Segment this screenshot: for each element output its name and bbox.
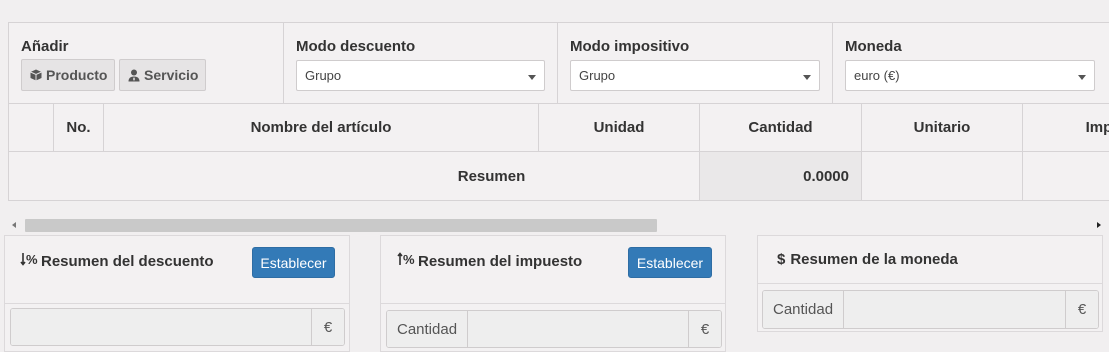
col-item-name: Nombre del artículo	[104, 103, 539, 151]
tax-summary-panel: % Resumen del impuesto Establecer Cantid…	[380, 235, 726, 352]
summary-label: Resumen	[457, 168, 526, 185]
scroll-right-arrow[interactable]	[1097, 222, 1101, 228]
tax-summary-title: Resumen del impuesto	[418, 252, 583, 270]
discount-mode-title: Modo descuento	[296, 38, 416, 55]
summary-amount-cell	[1023, 152, 1109, 200]
summary-unit-price-cell	[862, 152, 1023, 200]
horizontal-scrollbar-thumb[interactable]	[25, 219, 657, 232]
col-no-label: No.	[66, 118, 91, 136]
col-unit-label: Unidad	[593, 118, 645, 136]
tax-set-button[interactable]: Establecer	[628, 247, 712, 278]
currency-amount-input[interactable]	[844, 291, 1065, 328]
col-no: No.	[54, 103, 104, 151]
tax-currency-addon: €	[688, 311, 721, 347]
col-quantity: Cantidad	[700, 103, 862, 151]
sort-amount-down-percent-icon: %	[20, 252, 38, 270]
discount-amount-input[interactable]	[11, 309, 311, 345]
tax-mode-value: Grupo	[579, 68, 616, 83]
currency-summary-panel: $ Resumen de la moneda Cantidad €	[757, 235, 1103, 332]
tax-amount-input[interactable]	[468, 311, 688, 347]
dollar-icon: $	[777, 251, 786, 268]
currency-amount-group: Cantidad €	[762, 290, 1099, 329]
tax-amount-group: Cantidad €	[386, 310, 722, 348]
svg-text:%: %	[403, 252, 415, 266]
col-unit-price: Unitario	[862, 103, 1023, 151]
discount-summary-heading: % Resumen del descuento	[20, 252, 214, 270]
discount-mode-select[interactable]: Grupo	[296, 60, 545, 91]
currency-section: Moneda euro (€)	[833, 23, 1109, 103]
col-amount-label: Impo	[1085, 118, 1109, 136]
col-amount: Impo	[1023, 103, 1109, 151]
discount-summary-title: Resumen del descuento	[41, 252, 214, 270]
chevron-down-icon	[803, 75, 811, 80]
add-product-label: Producto	[46, 67, 108, 83]
discount-currency-symbol: €	[323, 318, 333, 336]
cube-icon	[30, 69, 42, 81]
add-title: Añadir	[21, 38, 69, 55]
discount-summary-panel: % Resumen del descuento Establecer €	[4, 235, 350, 352]
divider	[5, 303, 349, 304]
discount-set-button[interactable]: Establecer	[252, 247, 335, 278]
add-section: Añadir Producto Servicio	[9, 23, 284, 103]
col-handle	[9, 103, 54, 151]
tax-currency-symbol: €	[700, 320, 710, 338]
chevron-down-icon	[1078, 75, 1086, 80]
currency-summary-title: Resumen de la moneda	[790, 251, 958, 268]
add-product-button[interactable]: Producto	[21, 59, 115, 91]
tax-amount-addon-label: Cantidad	[397, 320, 458, 338]
discount-currency-addon: €	[311, 309, 344, 345]
discount-mode-value: Grupo	[305, 68, 342, 83]
add-service-button[interactable]: Servicio	[119, 59, 206, 91]
currency-select[interactable]: euro (€)	[845, 60, 1095, 91]
svg-text:%: %	[26, 252, 38, 266]
tax-mode-select[interactable]: Grupo	[570, 60, 820, 91]
discount-amount-group: €	[10, 308, 345, 346]
divider	[381, 303, 725, 304]
tax-amount-addon: Cantidad	[387, 311, 469, 347]
currency-amount-addon: Cantidad	[763, 291, 845, 328]
currency-value: euro (€)	[854, 68, 900, 83]
summary-quantity: 0.0000	[803, 168, 849, 185]
user-tie-icon	[128, 69, 140, 82]
items-grid: Añadir Producto Servicio Modo descuento …	[8, 22, 1109, 201]
currency-title: Moneda	[845, 38, 902, 55]
currency-currency-addon: €	[1065, 291, 1098, 328]
col-item-name-label: Nombre del artículo	[250, 118, 392, 136]
col-quantity-label: Cantidad	[748, 118, 813, 136]
currency-amount-addon-label: Cantidad	[773, 301, 834, 318]
currency-currency-symbol: €	[1077, 301, 1087, 318]
add-service-label: Servicio	[144, 67, 199, 83]
chevron-down-icon	[528, 75, 536, 80]
col-unit-price-label: Unitario	[913, 118, 971, 136]
sort-amount-up-percent-icon: %	[397, 252, 415, 270]
summary-quantity-cell: 0.0000	[700, 152, 862, 200]
scroll-left-arrow[interactable]	[12, 222, 16, 228]
discount-mode-section: Modo descuento Grupo	[284, 23, 558, 103]
discount-set-label: Establecer	[260, 254, 327, 271]
divider	[758, 283, 1102, 284]
summary-label-cell: Resumen	[9, 152, 700, 200]
col-unit: Unidad	[539, 103, 700, 151]
tax-summary-heading: % Resumen del impuesto	[397, 252, 582, 270]
tax-mode-section: Modo impositivo Grupo	[558, 23, 833, 103]
tax-set-label: Establecer	[636, 254, 704, 271]
currency-summary-heading: $ Resumen de la moneda	[777, 251, 958, 268]
tax-mode-title: Modo impositivo	[570, 38, 690, 55]
